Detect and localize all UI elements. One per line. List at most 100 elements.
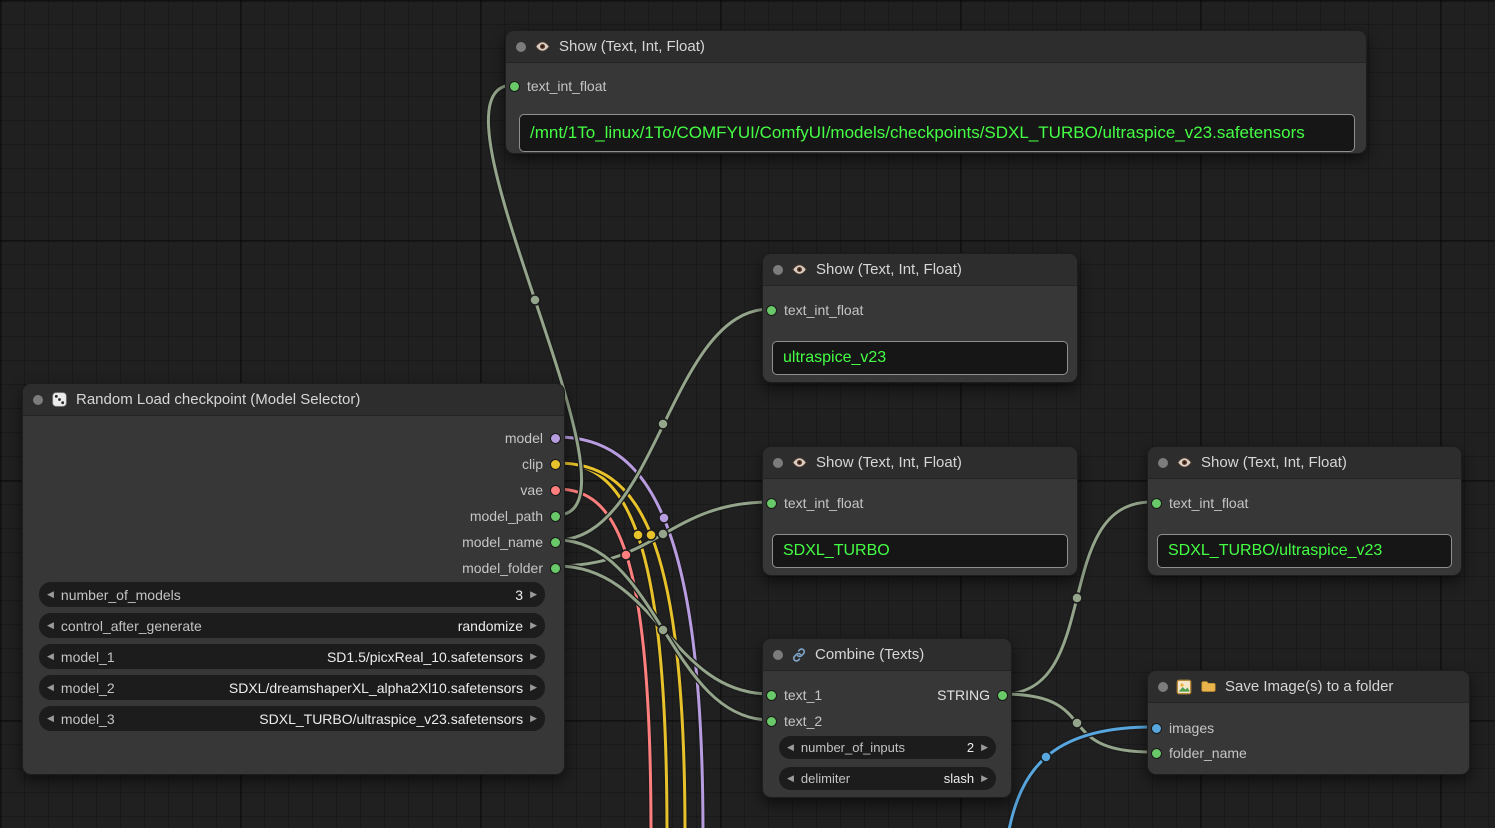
input-port-images[interactable]: images (1151, 718, 1214, 738)
output-socket-model-folder[interactable] (550, 563, 561, 574)
link-midpoint-dot[interactable] (1072, 593, 1082, 603)
node-show-model-folder[interactable]: Show (Text, Int, Float) text_int_float S… (762, 446, 1078, 576)
decrement-arrow-icon[interactable]: ◀ (787, 743, 794, 752)
widget-control-after-generate[interactable]: ◀ control_after_generate randomize ▶ (39, 613, 545, 638)
input-port-text-int-float[interactable]: text_int_float (766, 300, 863, 320)
node-show-model-name[interactable]: Show (Text, Int, Float) text_int_float u… (762, 253, 1078, 383)
node-save-images-to-folder[interactable]: Save Image(s) to a folder images folder_… (1147, 670, 1470, 775)
widget-model-3[interactable]: ◀ model_3 SDXL_TURBO/ultraspice_v23.safe… (39, 706, 545, 731)
show-value-text: SDXL_TURBO/ultraspice_v23 (1168, 542, 1382, 560)
node-titlebar[interactable]: Show (Text, Int, Float) (763, 447, 1077, 479)
output-label: clip (522, 456, 543, 472)
output-port-model-name[interactable]: model_name (462, 532, 561, 552)
collapse-toggle[interactable] (773, 650, 783, 660)
increment-arrow-icon[interactable]: ▶ (530, 714, 537, 723)
show-value-box[interactable]: SDXL_TURBO/ultraspice_v23 (1157, 534, 1452, 568)
output-port-string[interactable]: STRING (937, 685, 1008, 705)
widget-model-1[interactable]: ◀ model_1 SD1.5/picxReal_10.safetensors … (39, 644, 545, 669)
show-value-box[interactable]: SDXL_TURBO (772, 534, 1068, 568)
input-socket-text-int-float[interactable] (509, 81, 520, 92)
node-titlebar[interactable]: Show (Text, Int, Float) (1148, 447, 1461, 479)
node-title: Show (Text, Int, Float) (816, 454, 962, 471)
output-socket-model[interactable] (550, 433, 561, 444)
link-midpoint-dot[interactable] (1072, 718, 1082, 728)
increment-arrow-icon[interactable]: ▶ (530, 590, 537, 599)
increment-arrow-icon[interactable]: ▶ (981, 743, 988, 752)
decrement-arrow-icon[interactable]: ◀ (47, 683, 54, 692)
output-port-clip[interactable]: clip (522, 454, 561, 474)
node-random-load-checkpoint[interactable]: Random Load checkpoint (Model Selector) … (22, 383, 565, 775)
collapse-toggle[interactable] (516, 42, 526, 52)
collapse-toggle[interactable] (33, 395, 43, 405)
node-titlebar[interactable]: Random Load checkpoint (Model Selector) (23, 384, 564, 416)
output-port-model-folder[interactable]: model_folder (462, 558, 561, 578)
node-titlebar[interactable]: Combine (Texts) (763, 639, 1011, 671)
input-port-text-int-float[interactable]: text_int_float (1151, 493, 1248, 513)
link-midpoint-dot[interactable] (659, 513, 669, 523)
collapse-toggle[interactable] (773, 265, 783, 275)
widget-number-of-inputs[interactable]: ◀ number_of_inputs 2 ▶ (779, 736, 996, 759)
node-titlebar[interactable]: Show (Text, Int, Float) (763, 254, 1077, 286)
widget-delimiter[interactable]: ◀ delimiter slash ▶ (779, 767, 996, 790)
input-label: text_int_float (784, 302, 863, 318)
input-socket-folder-name[interactable] (1151, 748, 1162, 759)
link-midpoint-dot[interactable] (658, 625, 668, 635)
decrement-arrow-icon[interactable]: ◀ (47, 714, 54, 723)
widget-label: control_after_generate (61, 618, 202, 634)
widget-number-of-models[interactable]: ◀ number_of_models 3 ▶ (39, 582, 545, 607)
link-midpoint-dot[interactable] (621, 550, 631, 560)
collapse-toggle[interactable] (1158, 458, 1168, 468)
widget-model-2[interactable]: ◀ model_2 SDXL/dreamshaperXL_alpha2Xl10.… (39, 675, 545, 700)
decrement-arrow-icon[interactable]: ◀ (787, 774, 794, 783)
input-socket-text-2[interactable] (766, 716, 777, 727)
output-socket-model-name[interactable] (550, 537, 561, 548)
link-midpoint-dot[interactable] (633, 530, 643, 540)
link-midpoint-dot[interactable] (530, 295, 540, 305)
output-socket-vae[interactable] (550, 485, 561, 496)
show-value-text: ultraspice_v23 (783, 349, 886, 367)
link-midpoint-dot[interactable] (658, 419, 668, 429)
input-socket-images[interactable] (1151, 723, 1162, 734)
output-label: STRING (937, 687, 990, 703)
node-combine-texts[interactable]: Combine (Texts) text_1 text_2 STRING ◀ n… (762, 638, 1012, 798)
input-port-text-int-float[interactable]: text_int_float (766, 493, 863, 513)
output-socket-string[interactable] (997, 690, 1008, 701)
input-socket-text-int-float[interactable] (766, 305, 777, 316)
show-value-box[interactable]: /mnt/1To_linux/1To/COMFYUI/ComfyUI/model… (519, 114, 1355, 152)
link-midpoint-dot[interactable] (1041, 752, 1051, 762)
widget-value: randomize (458, 618, 523, 634)
input-socket-text-int-float[interactable] (1151, 498, 1162, 509)
widget-value: 3 (515, 587, 523, 603)
input-port-text-int-float[interactable]: text_int_float (509, 76, 606, 96)
input-port-folder-name[interactable]: folder_name (1151, 743, 1247, 763)
node-show-combined[interactable]: Show (Text, Int, Float) text_int_float S… (1147, 446, 1462, 576)
picture-icon (1176, 679, 1192, 695)
output-port-model-path[interactable]: model_path (470, 506, 561, 526)
input-socket-text-1[interactable] (766, 690, 777, 701)
increment-arrow-icon[interactable]: ▶ (981, 774, 988, 783)
collapse-toggle[interactable] (1158, 682, 1168, 692)
decrement-arrow-icon[interactable]: ◀ (47, 621, 54, 630)
increment-arrow-icon[interactable]: ▶ (530, 621, 537, 630)
input-port-text-1[interactable]: text_1 (766, 685, 822, 705)
show-value-box[interactable]: ultraspice_v23 (772, 341, 1068, 375)
node-show-model-path[interactable]: Show (Text, Int, Float) text_int_float /… (505, 30, 1367, 154)
increment-arrow-icon[interactable]: ▶ (530, 683, 537, 692)
input-socket-text-int-float[interactable] (766, 498, 777, 509)
output-port-model[interactable]: model (505, 428, 561, 448)
node-title: Save Image(s) to a folder (1225, 678, 1393, 695)
link-midpoint-dot[interactable] (646, 530, 656, 540)
output-socket-clip[interactable] (550, 459, 561, 470)
node-titlebar[interactable]: Show (Text, Int, Float) (506, 31, 1366, 63)
link-midpoint-dot[interactable] (658, 529, 668, 539)
dice-icon (51, 391, 68, 408)
collapse-toggle[interactable] (773, 458, 783, 468)
node-graph-canvas[interactable]: Show (Text, Int, Float) text_int_float /… (0, 0, 1495, 828)
output-port-vae[interactable]: vae (520, 480, 561, 500)
node-titlebar[interactable]: Save Image(s) to a folder (1148, 671, 1469, 703)
decrement-arrow-icon[interactable]: ◀ (47, 652, 54, 661)
increment-arrow-icon[interactable]: ▶ (530, 652, 537, 661)
output-socket-model-path[interactable] (550, 511, 561, 522)
input-port-text-2[interactable]: text_2 (766, 711, 822, 731)
decrement-arrow-icon[interactable]: ◀ (47, 590, 54, 599)
